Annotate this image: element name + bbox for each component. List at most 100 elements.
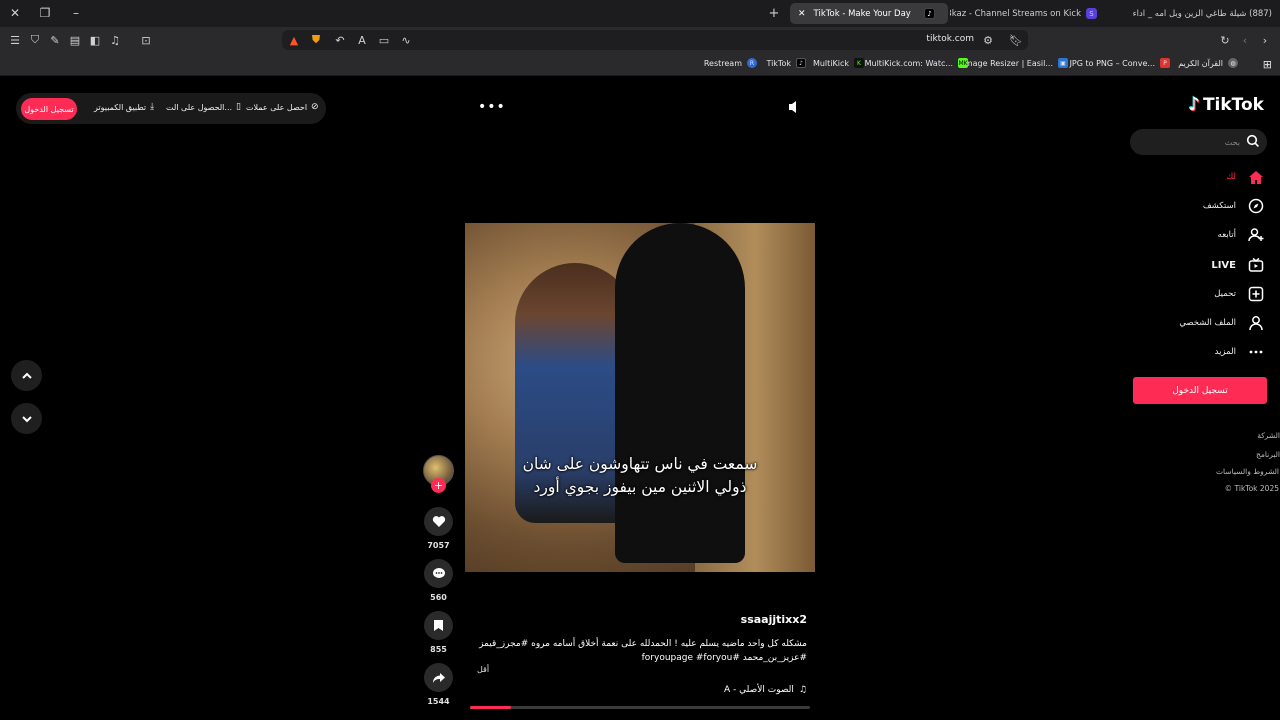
previous-video-button[interactable]: [11, 360, 42, 391]
search-box[interactable]: [1130, 129, 1267, 155]
bookmark-image-resizer[interactable]: Image Resizer | Easil... ▣: [963, 58, 1068, 68]
translate-icon[interactable]: A: [354, 32, 370, 48]
tab-youtube[interactable]: (887) شيلة طاغي الزين وبل امه _ اداء: [1112, 3, 1280, 24]
like-button[interactable]: [424, 507, 453, 536]
tab-kick[interactable]: mr-3kaz - Channel Streams on Kick S: [950, 3, 1110, 24]
tab-label: TikTok - Make Your Day: [813, 8, 911, 19]
site-settings-icon[interactable]: ⚙: [980, 32, 996, 48]
download-icon: ⤓: [150, 102, 155, 112]
upload-icon: [1247, 286, 1264, 303]
tiktok-logo-icon: ♪: [1188, 94, 1200, 115]
shield-badge-icon[interactable]: ⛊: [308, 32, 324, 48]
tiktok-logo[interactable]: ♪ TikTok: [1188, 94, 1264, 115]
globe-icon: ◍: [1228, 58, 1238, 68]
bookmark-multikick[interactable]: MultiKick K: [813, 58, 864, 68]
comment-button[interactable]: [424, 559, 453, 588]
bookmark-quran[interactable]: القرآن الكريم ◍: [1178, 58, 1238, 68]
sidebar-item-explore[interactable]: استكشف: [1203, 196, 1264, 216]
footer-company-link[interactable]: الشركة: [1257, 431, 1280, 440]
sidebar-item-upload[interactable]: تحميل: [1214, 284, 1264, 304]
coin-icon: ⊘: [311, 102, 319, 112]
speaker-icon[interactable]: [788, 100, 800, 114]
share-icon: [432, 672, 445, 683]
get-app-link[interactable]: الحصول على الت... ▯: [166, 102, 241, 112]
close-tab-icon[interactable]: ✕: [798, 9, 806, 19]
close-window-icon[interactable]: ✕: [5, 4, 25, 22]
bookmark-icon[interactable]: 🔖︎: [1008, 32, 1024, 48]
compass-icon: [1247, 198, 1264, 215]
heart-icon: [432, 516, 445, 527]
screenshot-icon[interactable]: ⊡: [138, 32, 154, 48]
kick-favicon-icon: S: [1086, 8, 1097, 19]
search-input[interactable]: [1140, 133, 1240, 151]
music-icon[interactable]: ♫: [107, 32, 123, 48]
reload-icon[interactable]: ↻: [1217, 32, 1233, 48]
more-icon: [1247, 344, 1264, 361]
search-icon[interactable]: [1246, 134, 1260, 148]
sidebar-item-following[interactable]: أتابعه: [1218, 225, 1264, 245]
follow-button[interactable]: +: [431, 478, 446, 493]
creator-username[interactable]: ssaajjtixx2: [741, 613, 807, 626]
address-bar[interactable]: ▲ ⛊ ↶ A ▭ ∿ tiktok.com ⚙: [282, 30, 1028, 50]
url-text[interactable]: tiktok.com: [926, 34, 974, 44]
video-progress-bar[interactable]: [470, 706, 810, 709]
top-action-bar: تسجيل الدخول تطبيق الكمبيوتر ⤓ الحصول عل…: [16, 93, 326, 124]
back-icon[interactable]: ‹: [1237, 32, 1253, 48]
footer-terms-link[interactable]: الشروط والسياسات: [1216, 467, 1279, 476]
progress-fill: [470, 706, 511, 709]
restore-window-icon[interactable]: ❐: [35, 4, 55, 22]
desktop-app-link[interactable]: تطبيق الكمبيوتر ⤓: [94, 102, 154, 112]
reader-icon[interactable]: ▭: [376, 32, 392, 48]
kick-icon: K: [854, 58, 864, 68]
tiktok-icon: ♪: [796, 58, 806, 68]
tab-label: mr-3kaz - Channel Streams on Kick: [950, 8, 1081, 19]
tab-tiktok[interactable]: ✕ TikTok - Make Your Day ♪: [790, 3, 948, 24]
minimize-window-icon[interactable]: –: [66, 4, 86, 22]
back-history-icon[interactable]: ↶: [332, 32, 348, 48]
tiktok-favicon-icon: ♪: [924, 8, 935, 19]
bookmark-icon: [434, 620, 443, 631]
save-button[interactable]: [424, 611, 453, 640]
tabs-icon[interactable]: ▤: [67, 32, 83, 48]
new-tab-button[interactable]: +: [764, 4, 784, 22]
footer-program-link[interactable]: البرنامج: [1256, 450, 1280, 459]
menu-icon[interactable]: ☰: [7, 32, 23, 48]
apps-grid-icon[interactable]: ⊞: [1263, 58, 1272, 71]
tab-label: (887) شيلة طاغي الزين وبل امه _ اداء: [1132, 8, 1272, 19]
video-player[interactable]: سمعت في ناس تتهاوشون على شان ذولي الاثني…: [465, 223, 815, 572]
phone-icon: ▯: [236, 102, 241, 112]
bookmark-restream[interactable]: Restream R: [704, 58, 757, 68]
save-count: 855: [430, 645, 447, 654]
show-less-link[interactable]: أقل: [477, 665, 489, 674]
sidebar-icon[interactable]: ◧: [87, 32, 103, 48]
get-coins-link[interactable]: احصل على عملات ⊘: [246, 102, 319, 112]
more-options-icon[interactable]: •••: [478, 99, 506, 115]
brave-icon[interactable]: ▲: [286, 32, 302, 48]
sidebar-item-profile[interactable]: الملف الشخصي: [1179, 313, 1264, 333]
sidebar-item-more[interactable]: المزيد: [1215, 342, 1264, 362]
forward-icon[interactable]: ›: [1257, 32, 1273, 48]
like-count: 7057: [427, 541, 450, 550]
script-icon[interactable]: ∿: [398, 32, 414, 48]
chevron-up-icon: [21, 372, 32, 379]
share-button[interactable]: [424, 663, 453, 692]
sound-link[interactable]: A - الصوت الأصلي ♫: [724, 685, 807, 695]
sidebar-item-for-you[interactable]: لك: [1226, 167, 1264, 187]
login-button[interactable]: تسجيل الدخول: [21, 98, 77, 120]
chevron-down-icon: [21, 415, 32, 422]
video-description: مشكله كل واحد ماضيه يسلم عليه ! الحمدلله…: [479, 639, 807, 663]
tiktok-page: تسجيل الدخول تطبيق الكمبيوتر ⤓ الحصول عل…: [0, 77, 1280, 720]
bookmark-tiktok[interactable]: TikTok ♪: [766, 58, 806, 68]
bookmark-multikick-com[interactable]: MultiKick.com: Watc... MK: [865, 58, 968, 68]
live-icon: [1247, 257, 1264, 274]
extensions-icon[interactable]: ✎: [47, 32, 63, 48]
sidebar-item-live[interactable]: LIVE: [1211, 255, 1264, 275]
home-icon: [1247, 169, 1264, 186]
next-video-button[interactable]: [11, 403, 42, 434]
browser-tab-bar: ✕ ❐ – + ✕ TikTok - Make Your Day ♪ mr-3k…: [0, 0, 1280, 27]
video-caption: سمعت في ناس تتهاوشون على شان ذولي الاثني…: [522, 455, 758, 496]
sidebar-login-button[interactable]: تسجيل الدخول: [1133, 377, 1267, 404]
share-count: 1544: [427, 697, 450, 706]
shield-icon[interactable]: ⛉: [27, 32, 43, 48]
bookmark-jpg-png[interactable]: JPG to PNG – Conve... P: [1070, 58, 1170, 68]
